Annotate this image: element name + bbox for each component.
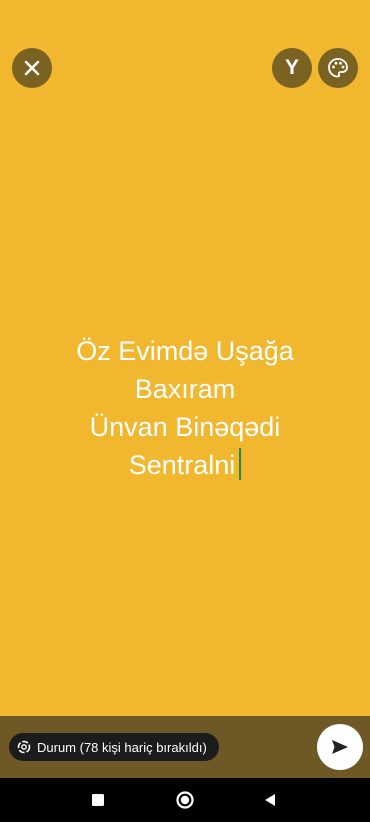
status-text-editor[interactable]: Öz Evimdə Uşağa Baxıram Ünvan Binəqədi S… — [0, 332, 370, 484]
font-style-label: Y — [284, 56, 299, 79]
close-button[interactable] — [12, 48, 52, 88]
status-text-line: Sentralni — [128, 450, 236, 480]
home-button[interactable] — [175, 790, 195, 810]
close-icon — [24, 60, 40, 76]
send-button[interactable] — [317, 724, 363, 770]
privacy-settings-chip[interactable]: Durum (78 kişi hariç bırakıldı) — [9, 733, 219, 761]
system-navigation-bar — [0, 778, 370, 822]
privacy-label: Durum (78 kişi hariç bırakıldı) — [37, 739, 207, 755]
status-text-line: Baxıram — [134, 374, 236, 404]
triangle-back-icon — [265, 794, 275, 806]
status-text-line: Ünvan Binəqədi — [89, 412, 281, 442]
status-text-line-last: Sentralni — [0, 446, 370, 484]
status-ring-icon — [17, 740, 31, 754]
recent-apps-button[interactable] — [88, 790, 108, 810]
color-palette-button[interactable] — [318, 48, 358, 88]
send-icon — [332, 740, 348, 754]
circle-icon — [176, 791, 194, 809]
back-button[interactable] — [260, 790, 280, 810]
square-icon — [92, 794, 104, 806]
font-style-button[interactable]: Y — [272, 48, 312, 88]
status-text-line: Öz Evimdə Uşağa — [76, 336, 294, 366]
bottom-bar: Durum (78 kişi hariç bırakıldı) — [0, 716, 370, 778]
palette-icon — [328, 58, 348, 78]
status-canvas[interactable]: Y Öz Evimdə Uşağa Baxıram Ünvan Binəqədi… — [0, 0, 370, 716]
text-cursor — [239, 448, 242, 480]
